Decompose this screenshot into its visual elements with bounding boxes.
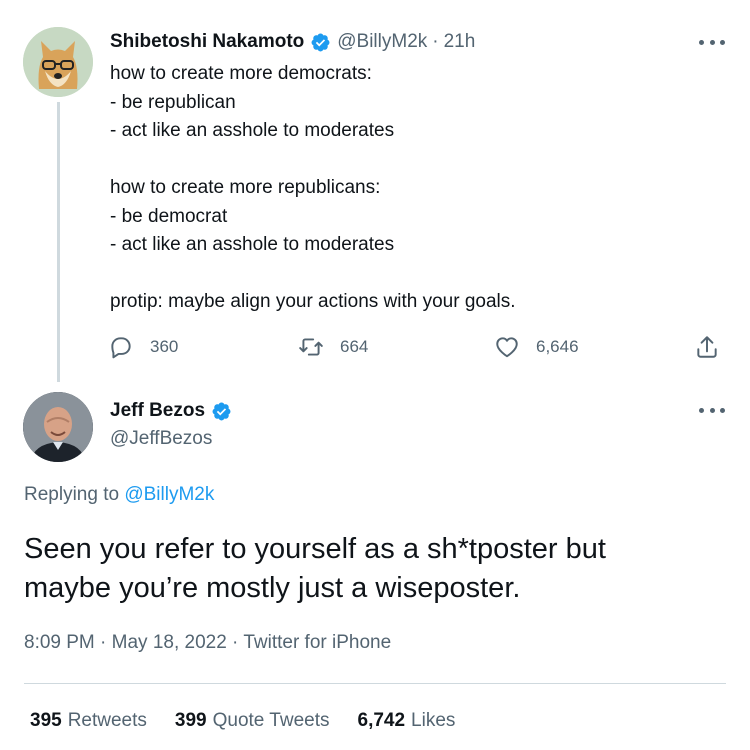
reply-tweet-text: Seen you refer to yourself as a sh*tpost… — [24, 530, 724, 608]
tweet-line: - be republican — [110, 91, 236, 113]
likes-count: 6,742 — [357, 710, 406, 731]
reply-display-name[interactable]: Jeff Bezos — [110, 400, 205, 422]
parent-display-name[interactable]: Shibetoshi Nakamoto — [110, 31, 304, 53]
share-button[interactable] — [694, 332, 720, 362]
tweet-line: how to create more republicans: — [110, 177, 381, 198]
parent-action-bar: 360 664 6,646 — [108, 332, 728, 362]
thread-connector-line — [57, 102, 60, 382]
retweets-label: Retweets — [67, 710, 147, 731]
reply-handle[interactable]: @JeffBezos — [110, 428, 212, 450]
quote-tweets-label: Quote Tweets — [212, 710, 330, 731]
retweet-icon — [299, 338, 323, 356]
likes-stat[interactable]: 6,742 Likes — [358, 710, 456, 732]
tweet-line: how to create more democrats: — [110, 63, 372, 84]
retweet-count: 664 — [340, 337, 369, 356]
like-count: 6,646 — [536, 337, 579, 356]
engagement-stats: 395 Retweets 399 Quote Tweets 6,742 Like… — [30, 707, 483, 735]
replying-to-line: Replying to @BillyM2k — [24, 484, 214, 506]
tweet-line: - act like an asshole to moderates — [110, 120, 395, 141]
parent-tweet-text: how to create more democrats: - be repub… — [110, 60, 710, 317]
parent-tweet-header: Shibetoshi Nakamoto @BillyM2k · 21h — [110, 28, 475, 56]
reply-text-line: Seen you refer to yourself as a sh*tpost… — [24, 533, 606, 565]
tweet-line: protip: maybe align your actions with yo… — [110, 291, 516, 312]
avatar-jeff-bezos[interactable] — [23, 392, 93, 462]
verified-badge-icon — [212, 402, 231, 420]
tweet-line: - act like an asshole to moderates — [110, 234, 395, 255]
tweet-meta-timestamp[interactable]: 8:09 PM · May 18, 2022 · Twitter for iPh… — [24, 632, 391, 654]
share-icon — [697, 336, 717, 358]
reply-icon — [111, 337, 131, 359]
tweet-line: - be democrat — [110, 205, 228, 227]
separator-dot: · — [432, 31, 439, 52]
more-icon[interactable] — [699, 38, 725, 46]
replying-to-mention-link[interactable]: @BillyM2k — [124, 484, 214, 505]
likes-label: Likes — [411, 710, 456, 731]
like-icon — [496, 337, 518, 358]
avatar-shibetoshi[interactable] — [23, 27, 93, 97]
replying-to-label: Replying to — [24, 484, 120, 505]
reply-text-line: maybe you’re mostly just a wiseposter. — [24, 572, 521, 604]
reply-tweet-header: Jeff Bezos — [110, 397, 238, 425]
parent-timestamp[interactable]: 21h — [444, 31, 476, 53]
retweets-count: 395 — [30, 710, 62, 731]
like-button[interactable]: 6,646 — [494, 332, 579, 362]
retweet-button[interactable]: 664 — [298, 332, 368, 362]
verified-badge-icon — [311, 33, 330, 51]
more-icon[interactable] — [699, 406, 725, 414]
quote-tweets-count: 399 — [174, 710, 207, 731]
reply-button[interactable]: 360 — [108, 332, 178, 362]
parent-handle[interactable]: @BillyM2k — [337, 31, 427, 53]
quote-tweets-stat[interactable]: 399 Quote Tweets — [175, 710, 330, 732]
retweets-stat[interactable]: 395 Retweets — [30, 710, 147, 732]
divider — [24, 683, 726, 684]
reply-count: 360 — [150, 337, 179, 356]
